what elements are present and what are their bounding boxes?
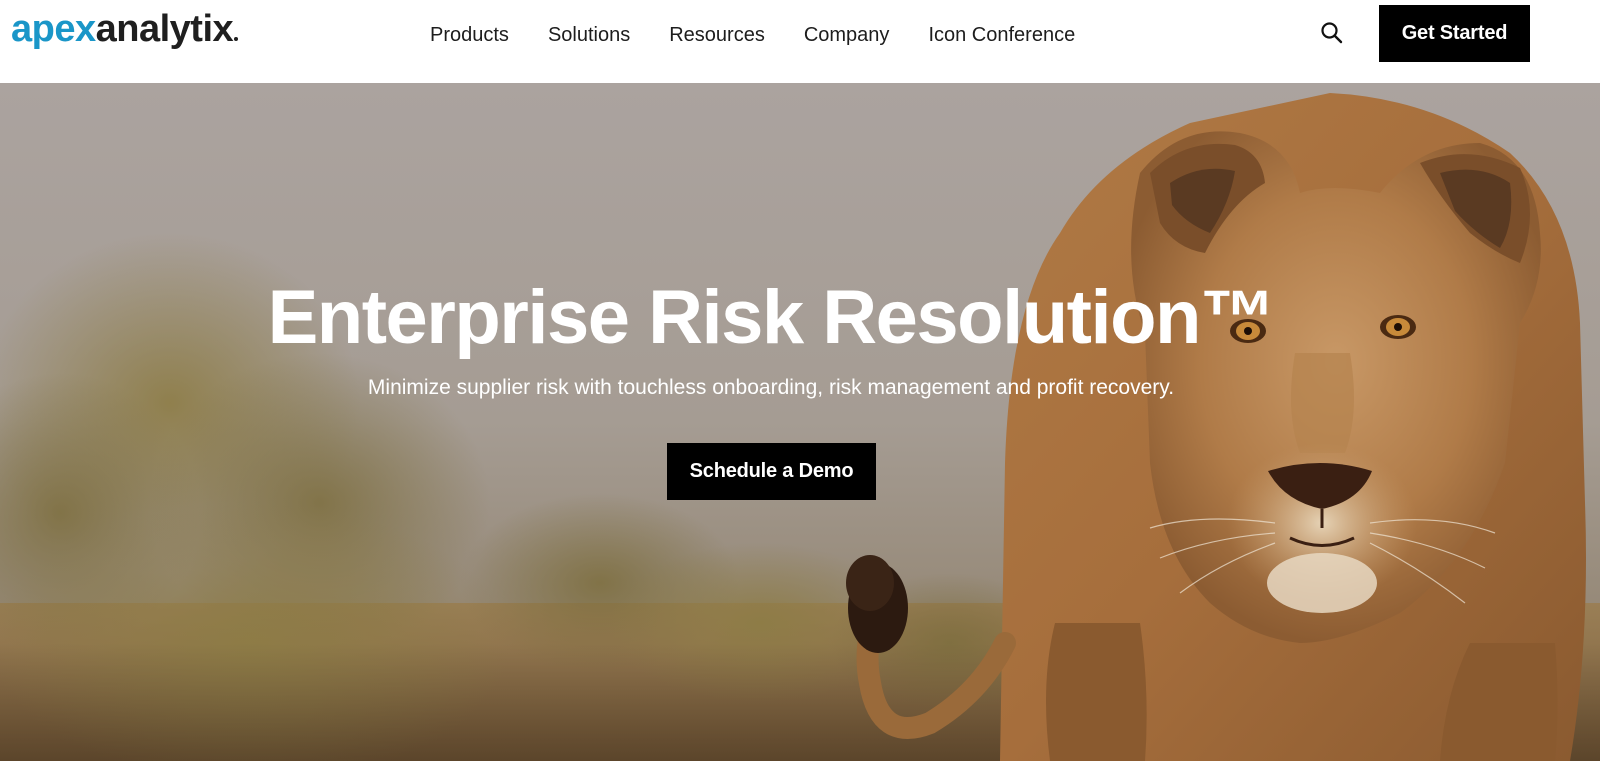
logo-part-apex: apex bbox=[11, 8, 96, 50]
nav-item-icon-conference[interactable]: Icon Conference bbox=[928, 20, 1075, 50]
logo[interactable]: apexanalytix bbox=[11, 8, 239, 50]
hero-title: Enterprise Risk Resolution™ bbox=[267, 275, 1276, 360]
logo-dot bbox=[234, 37, 239, 41]
nav-item-solutions[interactable]: Solutions bbox=[548, 20, 630, 50]
nav-item-resources[interactable]: Resources bbox=[669, 20, 765, 50]
search-icon[interactable] bbox=[1319, 20, 1345, 46]
hero-section: Enterprise Risk Resolution™ Minimize sup… bbox=[0, 83, 1600, 761]
get-started-button[interactable]: Get Started bbox=[1379, 5, 1530, 62]
nav-item-company[interactable]: Company bbox=[804, 20, 890, 50]
nav-item-products[interactable]: Products bbox=[430, 20, 509, 50]
site-header: apexanalytix Products Solutions Resource… bbox=[0, 0, 1600, 83]
main-nav: Products Solutions Resources Company Ico… bbox=[430, 20, 1075, 50]
logo-part-analytix: analytix bbox=[95, 8, 234, 50]
schedule-demo-button[interactable]: Schedule a Demo bbox=[667, 443, 876, 500]
hero-subtitle: Minimize supplier risk with touchless on… bbox=[367, 376, 1175, 399]
hero-content: Enterprise Risk Resolution™ Minimize sup… bbox=[0, 83, 1600, 761]
